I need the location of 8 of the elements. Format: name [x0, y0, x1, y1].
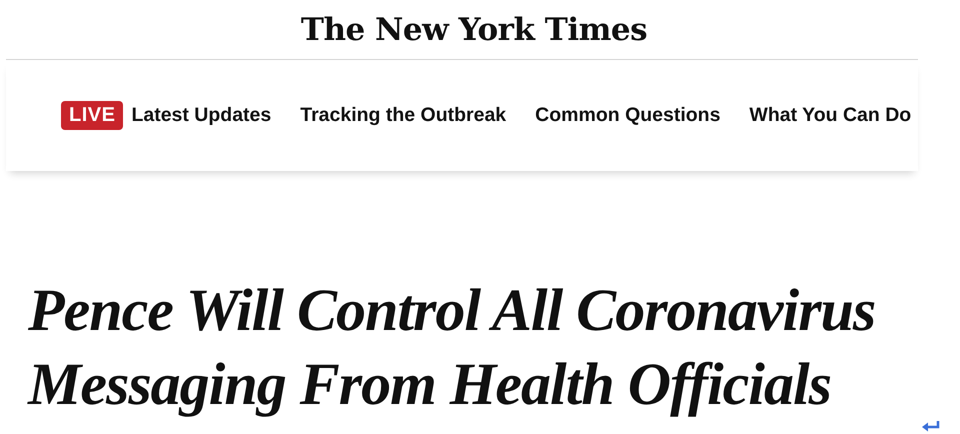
nav-link[interactable]: What You Can Do [749, 104, 912, 127]
newspaper-logo[interactable]: The New York Times [300, 12, 648, 48]
headline: Pence Will Control All Coronavirus Messaging From Health Officials [28, 276, 876, 419]
nav-link[interactable]: Tracking the Outbreak [300, 104, 506, 127]
nav-link[interactable]: Latest Updates [131, 104, 272, 127]
nav-link[interactable]: Common Questions [535, 104, 720, 127]
live-badge: LIVE [61, 101, 124, 130]
return-arrow-icon [920, 420, 942, 433]
